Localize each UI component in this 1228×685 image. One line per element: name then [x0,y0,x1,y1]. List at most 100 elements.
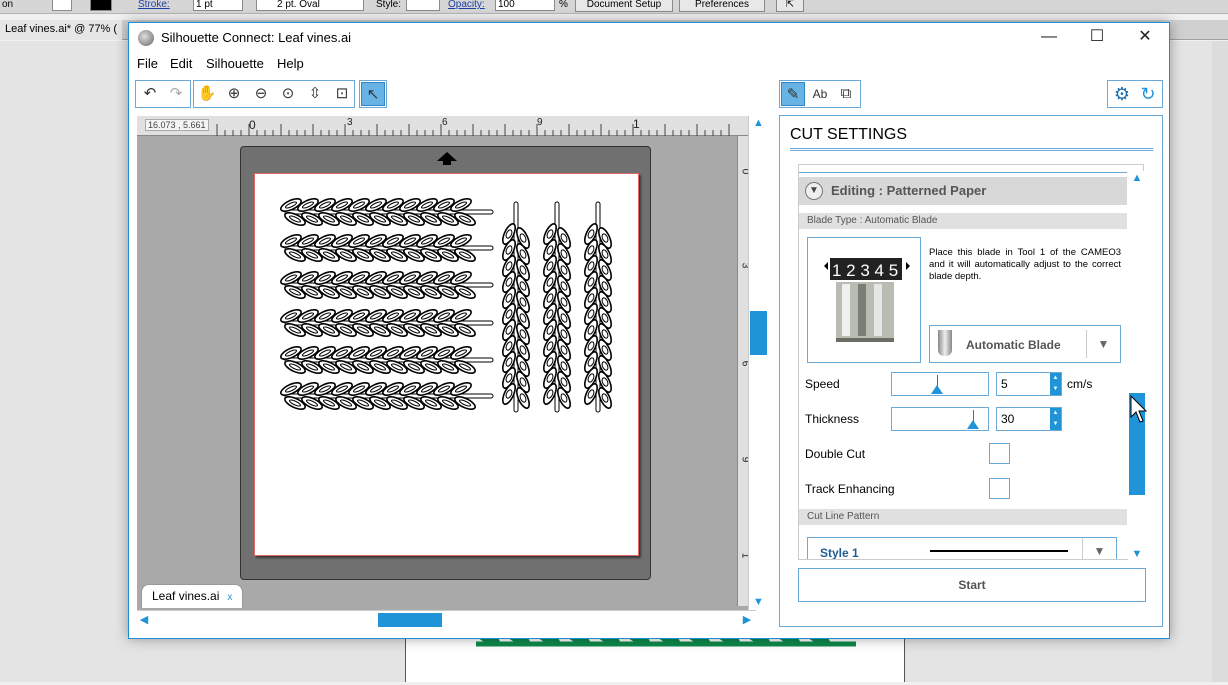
send-icon[interactable]: ⧉ [834,82,858,106]
thickness-slider-handle[interactable] [967,420,979,429]
close-button[interactable]: ✕ [1121,23,1169,53]
preferences-button[interactable]: Preferences [679,0,765,12]
scroll-up-arrow-icon[interactable]: ▲ [1128,171,1146,185]
silhouette-app-icon [138,30,154,46]
editing-header[interactable]: ▼ Editing : Patterned Paper [799,177,1127,205]
editing-label: Editing : Patterned Paper [831,183,987,198]
opacity-label[interactable]: Opacity: [448,0,485,12]
feed-direction-arrow-stem [443,160,451,165]
thickness-label: Thickness [805,412,860,426]
speed-value: 5 [1001,377,1008,391]
gear-icon[interactable]: ⚙ [1110,82,1134,106]
track-enhancing-label: Track Enhancing [805,482,895,496]
cut-settings-blade-icon[interactable]: ✎ [781,82,805,106]
arrange-icon[interactable]: ⇱ [776,0,804,12]
thickness-spinner-arrows-icon[interactable]: ▲ ▼ [1050,408,1061,430]
illustrator-document-tab[interactable]: Leaf vines.ai* @ 77% ( [0,20,123,40]
speed-slider-handle[interactable] [931,385,943,394]
thickness-spinner[interactable]: 30 ▲ ▼ [996,407,1062,431]
dropdown-arrow-icon[interactable]: ▼ [1086,330,1120,358]
speed-slider[interactable] [891,372,989,396]
ruler-number: 0 [249,118,256,132]
illustrator-control-bar: on Stroke: 1 pt 2 pt. Oval Style: Opacit… [0,0,1228,14]
horizontal-leaf-vine [280,198,494,226]
text-tool-icon[interactable]: Ab [808,82,832,106]
zoom-in-icon[interactable]: ⊕ [222,82,246,106]
blade-digits: 1 2 3 4 5 [832,261,898,280]
pan-hand-icon[interactable]: ✋ [195,82,219,106]
menu-silhouette[interactable]: Silhouette [206,56,264,71]
ruler-number: 6 [442,117,448,128]
zoom-out-icon[interactable]: ⊖ [249,82,273,106]
title-bar[interactable]: Silhouette Connect: Leaf vines.ai — ☐ ✕ [129,23,1169,53]
horizontal-leaf-vine [280,234,494,262]
document-setup-button[interactable]: Document Setup [575,0,673,12]
stroke-label[interactable]: Stroke: [138,0,170,12]
cut-line-style-dropdown[interactable]: Style 1 ▼ [807,537,1117,559]
fill-swatch[interactable] [52,0,72,11]
zoom-fit-icon[interactable]: ⇳ [303,82,327,106]
minimize-button[interactable]: — [1025,23,1073,53]
double-cut-label: Double Cut [805,447,866,461]
automatic-blade-image: 1 2 3 4 5 [807,237,921,363]
speed-spinner[interactable]: 5 ▲ ▼ [996,372,1062,396]
maximize-button[interactable]: ☐ [1073,23,1121,53]
cutting-mat-workspace[interactable]: 16.073 , 5.661 0 3 6 9 1 0 3 6 9 1 [137,116,756,628]
brush-select[interactable]: 2 pt. Oval [256,0,364,11]
double-cut-checkbox[interactable] [989,443,1010,464]
select-arrow-icon[interactable]: ↖ [361,82,385,106]
panel-mode-toolbar: ✎ Ab ⧉ [779,80,861,108]
blade-type-dropdown[interactable]: Automatic Blade ▼ [929,325,1121,363]
undo-icon[interactable]: ↶ [138,82,162,106]
horizontal-leaf-vine [280,271,494,299]
dropdown-arrow-icon[interactable]: ▼ [1082,538,1116,559]
track-enhancing-checkbox[interactable] [989,478,1010,499]
cut-settings-panel: CUT SETTINGS ▼ Editing : Patterned Paper… [779,115,1163,627]
scroll-down-arrow-icon[interactable]: ▼ [749,595,768,609]
blade-select-value: Automatic Blade [966,338,1061,352]
leaf-vine-designs[interactable] [255,174,640,557]
scroll-right-arrow-icon[interactable]: ▶ [740,613,754,627]
vertical-leaf-vine [584,201,612,413]
panel-settings-toolbar: ⚙ ↻ [1107,80,1163,108]
cut-settings-scroll-area[interactable]: ▼ Editing : Patterned Paper Blade Type :… [798,164,1144,560]
scroll-left-arrow-icon[interactable]: ◀ [137,613,151,627]
scroll-up-arrow-icon[interactable]: ▲ [749,116,768,130]
media-paper[interactable] [254,173,639,556]
menu-file[interactable]: File [137,56,158,71]
menu-help[interactable]: Help [277,56,304,71]
material-select-edge [799,165,1127,173]
start-button[interactable]: Start [798,568,1146,602]
document-tab[interactable]: Leaf vines.ai x [141,584,244,608]
horizontal-scroll-thumb[interactable] [378,613,442,627]
stroke-swatch[interactable] [90,0,112,11]
document-tab-close-icon[interactable]: x [227,592,232,603]
document-tab-label: Leaf vines.ai [152,589,220,603]
top-ruler: 16.073 , 5.661 0 3 6 9 1 [137,116,756,136]
settings-vertical-scrollbar[interactable]: ▲ ▼ [1128,171,1146,561]
style-select[interactable] [406,0,440,11]
speed-spinner-arrows-icon[interactable]: ▲ ▼ [1050,373,1061,395]
cut-line-pattern-label: Cut Line Pattern [799,509,1127,525]
vertical-leaf-vine [502,201,530,413]
fit-to-page-icon[interactable]: ⊡ [330,82,354,106]
canvas-vertical-scrollbar[interactable]: ▲ ▼ [748,116,767,610]
illustrator-right-scrollbar[interactable] [1212,41,1228,682]
opacity-input[interactable]: 100 [495,0,555,11]
canvas-horizontal-scrollbar[interactable]: ◀ ▶ [137,610,756,628]
stroke-weight-select[interactable]: 1 pt [193,0,243,11]
vertical-leaf-vine [543,201,571,413]
redo-icon[interactable]: ↷ [164,82,188,106]
blade-illustration-icon: 1 2 3 4 5 [824,258,910,342]
select-tool-group: ↖ [359,80,387,108]
menu-bar: File Edit Silhouette Help [129,53,1169,75]
zoom-selection-icon[interactable]: ⊙ [276,82,300,106]
vertical-scroll-thumb[interactable] [750,311,767,355]
menu-edit[interactable]: Edit [170,56,192,71]
refresh-icon[interactable]: ↻ [1136,82,1160,106]
ruler-number: 9 [537,117,543,128]
panel-title-divider [790,148,1153,151]
scroll-down-arrow-icon[interactable]: ▼ [1128,547,1146,561]
thickness-slider[interactable] [891,407,989,431]
collapse-chevron-icon[interactable]: ▼ [805,182,823,200]
